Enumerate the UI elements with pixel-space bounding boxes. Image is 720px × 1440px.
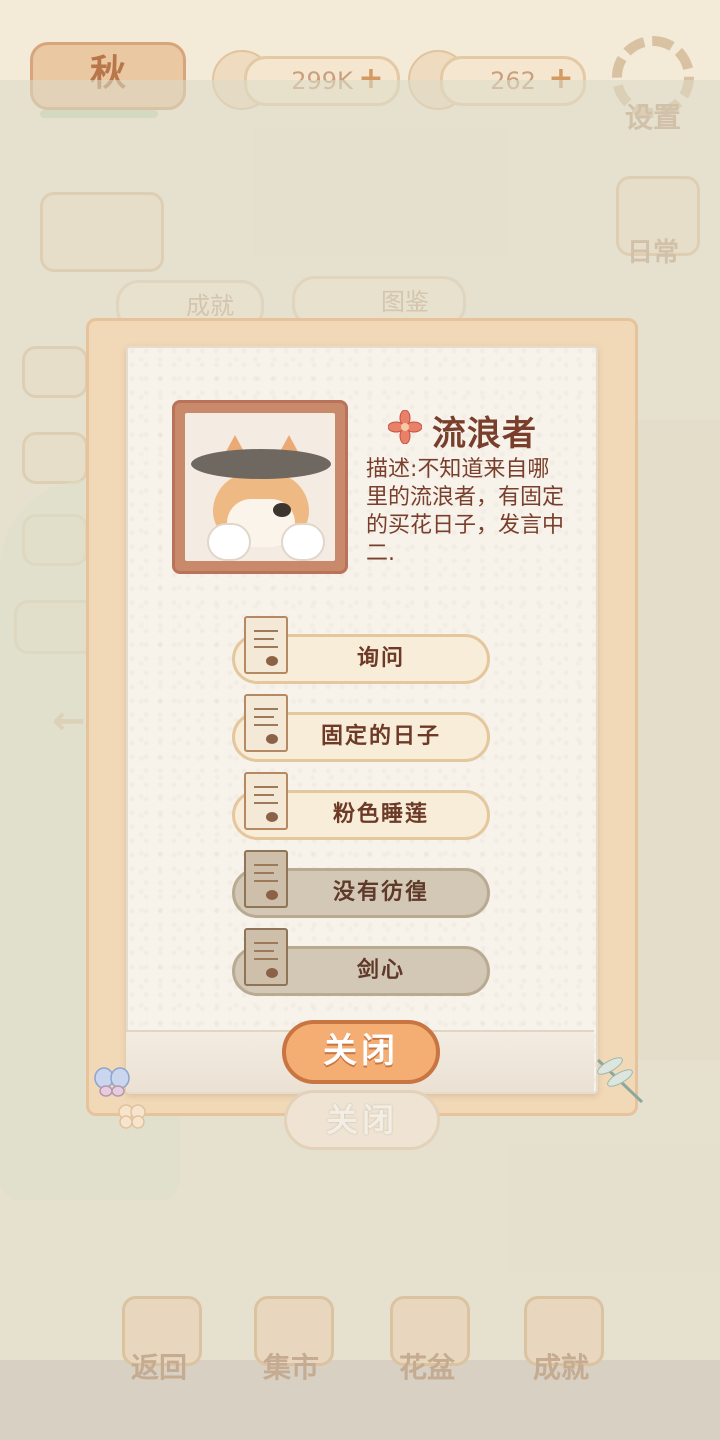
dog-right-paw: [281, 523, 325, 561]
flower-icon: [388, 410, 422, 444]
straw-hat: [191, 449, 331, 479]
nav-market-label: 集市: [262, 1351, 319, 1384]
nav-achievements-label: 成就: [532, 1351, 589, 1384]
nav-back[interactable]: 返回: [116, 1296, 202, 1400]
small-flower-icon: [118, 1104, 146, 1129]
nav-back-label: 返回: [130, 1351, 187, 1384]
topic-label: 粉色睡莲: [332, 802, 429, 827]
nav-market[interactable]: 集市: [248, 1296, 334, 1400]
npc-portrait: [172, 400, 348, 574]
note-paw-icon: [244, 694, 288, 752]
topic-label: 剑心: [356, 958, 405, 983]
nav-flowerpot-label: 花盆: [398, 1351, 455, 1384]
butterfly-icon: [94, 1067, 130, 1097]
note-paw-icon: [244, 928, 288, 986]
npc-description: 描述:不知道来自哪里的流浪者，有固定的买花日子，发言中二.: [366, 457, 565, 566]
dragonfly-icon: [596, 1057, 644, 1104]
note-paw-icon: [244, 850, 288, 908]
topic-label: 没有彷徨: [332, 880, 429, 905]
close-button-background: 关闭: [284, 1090, 440, 1150]
note-paw-icon: [244, 616, 288, 674]
topic-label: 询问: [356, 646, 405, 671]
close-button[interactable]: 关闭: [282, 1020, 440, 1084]
bottom-nav-bar: [0, 1360, 720, 1440]
nav-achievements[interactable]: 成就: [518, 1296, 604, 1400]
topic-label: 固定的日子: [320, 724, 441, 749]
portrait-background: [185, 413, 335, 561]
nav-flowerpot[interactable]: 花盆: [384, 1296, 470, 1400]
npc-name: 流浪者: [432, 414, 537, 454]
note-paw-icon: [244, 772, 288, 830]
eye-patch: [273, 503, 291, 517]
dog-left-paw: [207, 523, 251, 561]
